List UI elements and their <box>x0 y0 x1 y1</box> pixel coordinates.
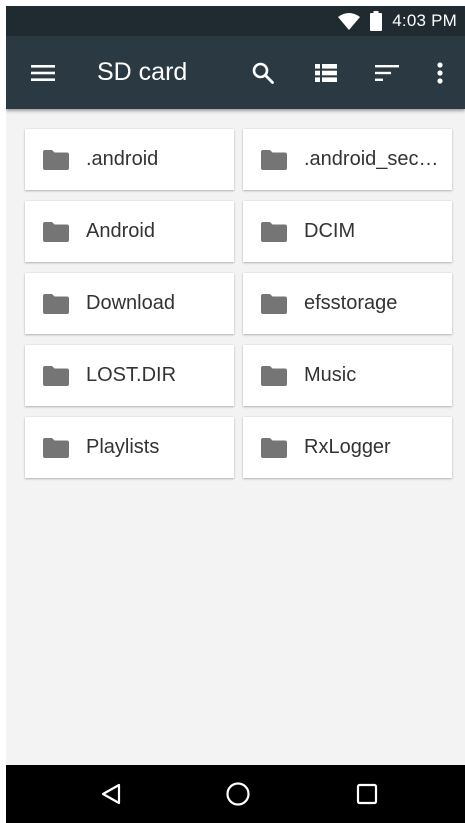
folder-icon <box>43 149 69 170</box>
folder-icon <box>261 221 287 242</box>
folder-name: efsstorage <box>304 292 398 314</box>
menu-icon[interactable] <box>19 36 67 109</box>
folder-item[interactable]: .android_sec… <box>243 129 452 190</box>
navigation-bar <box>6 765 465 823</box>
wifi-icon <box>338 12 361 30</box>
folder-name: LOST.DIR <box>86 364 177 386</box>
battery-icon <box>370 11 383 31</box>
sort-icon[interactable] <box>363 36 411 109</box>
folder-icon <box>43 221 69 242</box>
status-time: 4:03 PM <box>392 11 457 30</box>
folder-item[interactable]: Download <box>25 273 234 334</box>
folder-icon <box>43 365 69 386</box>
folder-name: Music <box>304 364 357 386</box>
folder-item[interactable]: LOST.DIR <box>25 345 234 406</box>
more-vert-icon[interactable] <box>416 36 464 109</box>
folder-name: RxLogger <box>304 436 391 458</box>
list-view-icon[interactable] <box>302 36 350 109</box>
search-icon[interactable] <box>239 36 287 109</box>
folder-icon <box>261 149 287 170</box>
app-toolbar: SD card <box>6 36 465 109</box>
folder-icon <box>43 293 69 314</box>
folder-icon <box>261 293 287 314</box>
folder-item[interactable]: DCIM <box>243 201 452 262</box>
folder-icon <box>261 365 287 386</box>
folder-icon <box>261 437 287 458</box>
folder-name: .android_sec… <box>304 148 439 170</box>
back-icon[interactable] <box>76 765 146 823</box>
folder-item[interactable]: RxLogger <box>243 417 452 478</box>
folder-item[interactable]: efsstorage <box>243 273 452 334</box>
folder-name: Download <box>86 292 175 314</box>
folder-name: .android <box>86 148 159 170</box>
folder-item[interactable]: Music <box>243 345 452 406</box>
recents-icon[interactable] <box>332 765 402 823</box>
folder-name: Playlists <box>86 436 160 458</box>
app-frame: 4:03 PM SD card .android .android_sec… A… <box>6 6 465 823</box>
toolbar-title: SD card <box>97 58 188 86</box>
folder-name: DCIM <box>304 220 356 242</box>
folder-icon <box>43 437 69 458</box>
folder-item[interactable]: Android <box>25 201 234 262</box>
folder-item[interactable]: .android <box>25 129 234 190</box>
status-bar: 4:03 PM <box>6 6 465 36</box>
folder-grid: .android .android_sec… Android DCIM Down… <box>6 109 465 765</box>
folder-item[interactable]: Playlists <box>25 417 234 478</box>
folder-name: Android <box>86 220 155 242</box>
home-icon[interactable] <box>203 765 273 823</box>
